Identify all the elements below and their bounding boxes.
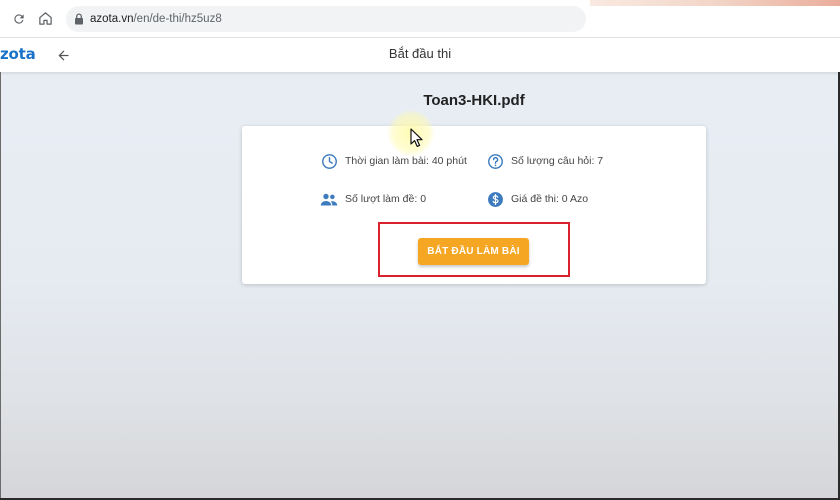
exam-price-info: Giá đề thi: 0 Azo: [486, 190, 588, 208]
address-bar[interactable]: azota.vn/en/de-thi/hz5uz8: [66, 5, 586, 32]
left-frame-edge: [0, 72, 1, 500]
page-banner-strip: [590, 0, 840, 6]
lock-icon: [74, 12, 84, 25]
attempt-count-label: Số lượt làm đề: 0: [345, 193, 427, 205]
mouse-cursor-icon: [410, 128, 423, 147]
page-title: Bắt đầu thi: [388, 46, 452, 61]
clock-icon: [320, 152, 338, 170]
url-path: /en/de-thi/hz5uz8: [133, 12, 222, 25]
reload-icon[interactable]: [8, 8, 30, 30]
exam-file-name: Toan3-HKI.pdf: [423, 92, 525, 109]
start-exam-button[interactable]: BẮT ĐẦU LÀM BÀI: [418, 238, 529, 265]
question-count-label: Số lượng câu hỏi: 7: [511, 155, 604, 167]
url-host: azota.vn: [90, 12, 134, 25]
exam-time-label: Thời gian làm bài: 40 phút: [345, 155, 467, 167]
help-circle-icon: [486, 152, 504, 170]
people-icon: [320, 190, 338, 208]
dollar-circle-icon: [486, 190, 504, 208]
question-count-info: Số lượng câu hỏi: 7: [486, 152, 603, 170]
home-icon[interactable]: [34, 8, 56, 30]
exam-time-info: Thời gian làm bài: 40 phút: [320, 152, 467, 170]
app-header: zota Bắt đầu thi: [0, 38, 840, 72]
exam-price-label: Giá đề thi: 0 Azo: [511, 193, 589, 205]
attempt-count-info: Số lượt làm đề: 0: [320, 190, 426, 208]
